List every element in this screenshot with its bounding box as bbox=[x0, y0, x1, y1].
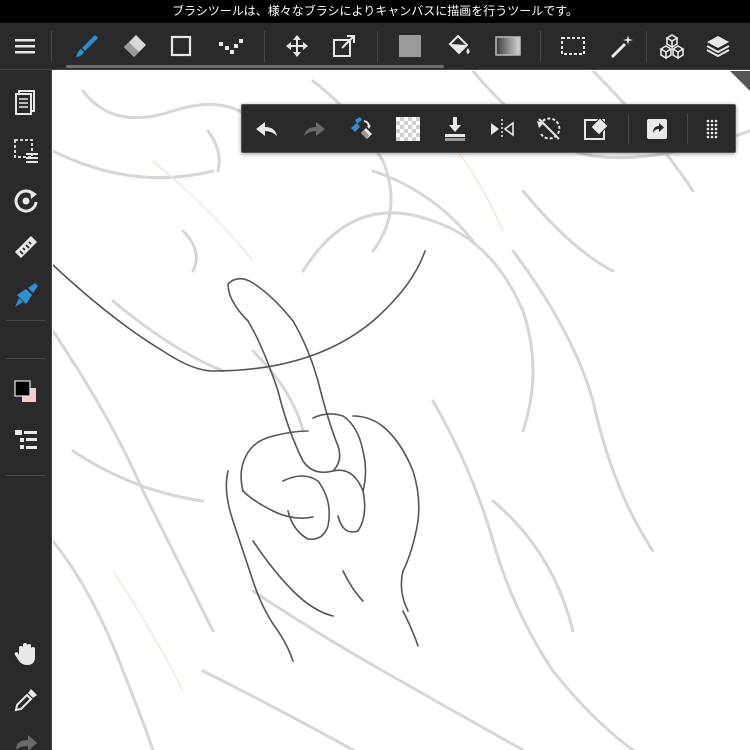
magic-wand-icon bbox=[610, 35, 633, 59]
eraser-icon bbox=[124, 35, 146, 57]
material-button[interactable] bbox=[650, 23, 694, 69]
command-bar-divider bbox=[687, 114, 688, 144]
rotate-reset-button[interactable] bbox=[527, 107, 571, 151]
sidebar-divider bbox=[6, 358, 46, 359]
hamburger-menu-icon bbox=[15, 39, 35, 54]
hand-tool-button[interactable] bbox=[4, 632, 48, 676]
rotate-reset-icon bbox=[537, 117, 561, 140]
shape-tool-button[interactable] bbox=[159, 23, 203, 69]
transform-icon bbox=[333, 35, 355, 57]
bucket-tool-button[interactable] bbox=[437, 23, 481, 69]
rotate-canvas-button[interactable] bbox=[4, 178, 48, 222]
drag-handle-icon bbox=[706, 119, 718, 139]
eraser-tool-button[interactable] bbox=[112, 23, 156, 69]
brush-eraser-toggle-icon bbox=[351, 117, 372, 139]
rotate-icon bbox=[14, 189, 38, 213]
tool-hint-bar: ブラシツールは、様々なブラシによりキャンバスに描画を行うツールです。 bbox=[0, 0, 750, 23]
brush-eraser-toggle-button[interactable] bbox=[339, 107, 383, 151]
undo-button[interactable] bbox=[245, 107, 289, 151]
sidebar-divider bbox=[6, 475, 46, 476]
top-toolbar bbox=[0, 23, 750, 70]
canvas-corner-tab[interactable] bbox=[730, 71, 750, 91]
redo-icon bbox=[304, 122, 325, 136]
layers-button[interactable] bbox=[696, 23, 740, 69]
ruler-button[interactable] bbox=[4, 225, 48, 269]
merge-down-button[interactable] bbox=[433, 107, 477, 151]
pages-icon bbox=[15, 90, 35, 115]
left-sidebar bbox=[0, 70, 52, 750]
command-bar-divider bbox=[628, 114, 629, 144]
layers-icon bbox=[706, 36, 730, 58]
dot-brush-icon bbox=[219, 39, 243, 54]
layer-list-button[interactable] bbox=[4, 418, 48, 462]
gradient-tool-button[interactable] bbox=[486, 23, 530, 69]
color-swatch-icon bbox=[14, 380, 36, 402]
toolbar-divider bbox=[646, 31, 647, 62]
pages-button[interactable] bbox=[4, 80, 48, 124]
transparency-icon bbox=[396, 117, 420, 141]
transparency-button[interactable] bbox=[386, 107, 430, 151]
shape-rectangle-icon bbox=[170, 35, 192, 57]
floating-command-bar bbox=[241, 104, 736, 153]
redo-button[interactable] bbox=[292, 107, 336, 151]
toolbar-scroll-indicator bbox=[66, 65, 444, 68]
move-icon bbox=[286, 35, 308, 57]
merge-down-icon bbox=[445, 117, 465, 141]
sidebar-divider bbox=[6, 320, 46, 321]
selection-tool-button[interactable] bbox=[551, 23, 595, 69]
transform-tool-button[interactable] bbox=[322, 23, 366, 69]
ruler-icon bbox=[15, 236, 37, 258]
export-button[interactable] bbox=[635, 107, 679, 151]
toolbar-divider bbox=[51, 31, 52, 62]
brush-settings-button[interactable] bbox=[4, 273, 48, 317]
flip-horizontal-button[interactable] bbox=[480, 107, 524, 151]
move-tool-button[interactable] bbox=[275, 23, 319, 69]
hand-icon bbox=[14, 643, 35, 665]
fill-color-button[interactable] bbox=[388, 23, 432, 69]
dot-brush-tool-button[interactable] bbox=[208, 23, 252, 69]
select-rectangle-icon bbox=[561, 37, 585, 55]
undo-icon bbox=[256, 122, 277, 136]
toolbar-divider bbox=[264, 31, 265, 62]
eyedropper-button[interactable] bbox=[4, 678, 48, 722]
layer-list-icon bbox=[15, 430, 37, 449]
export-icon bbox=[647, 119, 667, 139]
eyedropper-icon bbox=[14, 689, 37, 712]
gradient-icon bbox=[495, 36, 521, 56]
flip-horizontal-icon bbox=[491, 119, 514, 139]
brush-icon bbox=[76, 35, 98, 57]
selection-menu-icon bbox=[14, 139, 38, 163]
brush-tool-button[interactable] bbox=[65, 23, 109, 69]
command-bar-drag-handle[interactable] bbox=[690, 107, 734, 151]
magic-wand-button[interactable] bbox=[600, 23, 644, 69]
clear-layer-icon bbox=[584, 117, 609, 140]
bucket-icon bbox=[448, 34, 470, 55]
fill-color-icon bbox=[399, 35, 421, 57]
toolbar-divider bbox=[377, 31, 378, 62]
clear-layer-button[interactable] bbox=[574, 107, 618, 151]
3d-material-icon bbox=[659, 34, 685, 60]
selection-menu-button[interactable] bbox=[4, 129, 48, 173]
canvas-artwork bbox=[51, 69, 750, 750]
redo-arrow-button[interactable] bbox=[4, 722, 48, 750]
menu-button[interactable] bbox=[3, 23, 47, 69]
redo-arrow-icon bbox=[16, 735, 37, 750]
drawing-canvas[interactable] bbox=[51, 69, 750, 750]
brush-settings-icon bbox=[15, 283, 38, 307]
color-swatch-button[interactable] bbox=[4, 370, 48, 414]
toolbar-divider bbox=[540, 31, 541, 62]
